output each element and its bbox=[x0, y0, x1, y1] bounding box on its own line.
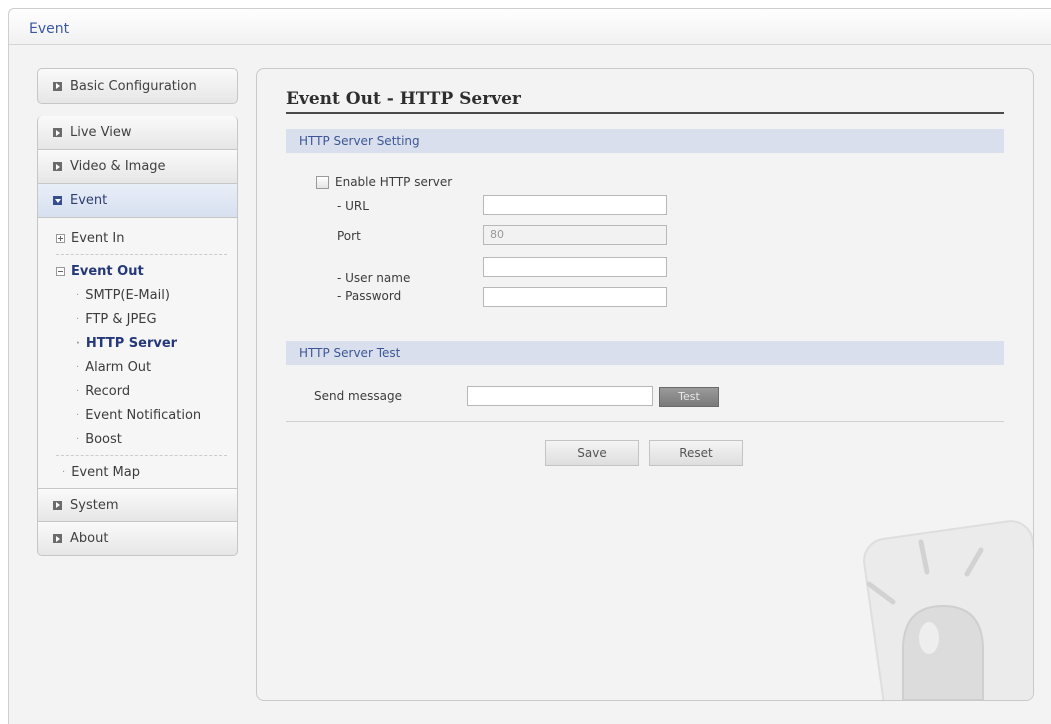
event-submenu: Event In Event Out · SMTP(E-Mail) · FTP … bbox=[37, 218, 238, 488]
sidebar-item-label: About bbox=[70, 531, 109, 546]
enable-http-server-label: Enable HTTP server bbox=[335, 175, 453, 189]
sidebar: Basic Configuration Live View Video & Im… bbox=[37, 68, 238, 556]
sidebar-item-label: Basic Configuration bbox=[70, 78, 197, 94]
bullet-icon: · bbox=[76, 361, 80, 373]
sidebar-item-label: Event bbox=[70, 193, 108, 208]
submenu-item-record[interactable]: · Record bbox=[38, 379, 237, 403]
submenu-label: Event Out bbox=[71, 263, 144, 279]
sidebar-item-event[interactable]: Event bbox=[37, 184, 238, 218]
expand-arrow-icon bbox=[53, 500, 62, 510]
sidebar-item-about[interactable]: About bbox=[37, 522, 238, 556]
submenu-event-out[interactable]: Event Out bbox=[38, 259, 237, 283]
sidebar-item-video-image[interactable]: Video & Image bbox=[37, 150, 238, 184]
port-input[interactable]: 80 bbox=[483, 225, 667, 245]
expand-arrow-icon bbox=[53, 128, 62, 137]
submenu-item-label: SMTP(E-Mail) bbox=[85, 287, 170, 303]
submenu-item-smtp[interactable]: · SMTP(E-Mail) bbox=[38, 283, 237, 307]
expand-arrow-icon bbox=[53, 162, 62, 171]
bullet-icon: · bbox=[76, 433, 80, 445]
bullet-icon: · bbox=[62, 466, 66, 478]
tree-collapse-icon bbox=[56, 266, 65, 276]
password-label: - Password bbox=[337, 289, 402, 303]
tree-expand-icon bbox=[56, 233, 65, 243]
submenu-item-http-server[interactable]: · HTTP Server bbox=[38, 331, 237, 355]
sidebar-item-label: System bbox=[70, 497, 119, 513]
page-header-title: Event bbox=[29, 21, 70, 37]
submenu-item-label: FTP & JPEG bbox=[85, 311, 157, 327]
alarm-light-watermark-icon bbox=[863, 520, 1033, 700]
submenu-item-ftp-jpeg[interactable]: · FTP & JPEG bbox=[38, 307, 237, 331]
submenu-item-label: Event Map bbox=[71, 464, 140, 480]
send-message-input[interactable] bbox=[467, 386, 653, 406]
test-button[interactable]: Test bbox=[659, 387, 719, 407]
expand-arrow-icon bbox=[53, 81, 62, 91]
submenu-event-map[interactable]: · Event Map bbox=[38, 460, 237, 484]
section-header-http-server-test: HTTP Server Test bbox=[286, 341, 1004, 365]
submenu-item-label: Event Notification bbox=[85, 407, 202, 423]
submenu-item-label: Alarm Out bbox=[85, 359, 152, 375]
page-title: Event Out - HTTP Server bbox=[286, 89, 521, 109]
sidebar-item-label: Video & Image bbox=[70, 159, 166, 174]
enable-http-server-checkbox[interactable] bbox=[316, 175, 329, 189]
sidebar-item-live-view[interactable]: Live View bbox=[37, 116, 238, 150]
title-divider bbox=[286, 112, 1004, 114]
send-message-label: Send message bbox=[314, 389, 402, 403]
enable-http-server-row: Enable HTTP server bbox=[316, 175, 452, 189]
submenu-item-boost[interactable]: · Boost bbox=[38, 427, 237, 451]
sidebar-item-label: Live View bbox=[70, 125, 132, 140]
submenu-item-label: HTTP Server bbox=[85, 335, 178, 351]
collapse-arrow-icon bbox=[53, 196, 62, 205]
username-label: - User name bbox=[337, 271, 411, 285]
submenu-item-alarm-out[interactable]: · Alarm Out bbox=[38, 355, 237, 379]
bullet-icon: · bbox=[76, 289, 80, 301]
bullet-icon: · bbox=[76, 337, 80, 349]
section-header-http-server-setting: HTTP Server Setting bbox=[286, 129, 1004, 153]
bullet-icon: · bbox=[76, 313, 80, 325]
main-panel: Event Out - HTTP Server HTTP Server Sett… bbox=[256, 68, 1034, 701]
url-label: - URL bbox=[337, 199, 369, 213]
section-divider bbox=[286, 421, 1004, 422]
save-button[interactable]: Save bbox=[545, 440, 639, 466]
password-input[interactable] bbox=[483, 287, 667, 307]
submenu-item-label: Boost bbox=[85, 431, 122, 447]
divider bbox=[56, 254, 227, 255]
submenu-item-label: Record bbox=[85, 383, 131, 399]
username-input[interactable] bbox=[483, 257, 667, 277]
submenu-label: Event In bbox=[71, 230, 125, 246]
divider bbox=[56, 455, 227, 456]
expand-arrow-icon bbox=[53, 534, 62, 543]
reset-button[interactable]: Reset bbox=[649, 440, 743, 466]
submenu-item-event-notification[interactable]: · Event Notification bbox=[38, 403, 237, 427]
submenu-event-in[interactable]: Event In bbox=[38, 226, 237, 250]
port-label: Port bbox=[337, 229, 361, 243]
bullet-icon: · bbox=[76, 409, 80, 421]
sidebar-item-basic-configuration[interactable]: Basic Configuration bbox=[37, 68, 238, 104]
sidebar-item-system[interactable]: System bbox=[37, 488, 238, 522]
bullet-icon: · bbox=[76, 385, 80, 397]
url-input[interactable] bbox=[483, 195, 667, 215]
top-bar: Event bbox=[9, 9, 1051, 45]
